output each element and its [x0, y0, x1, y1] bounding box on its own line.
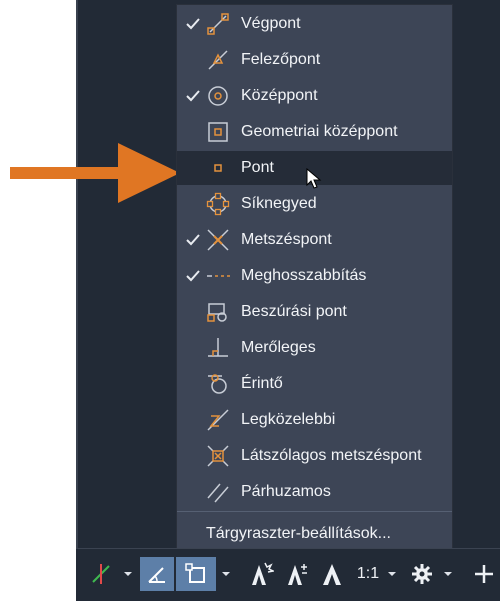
perpendicular-icon	[206, 336, 230, 360]
menu-item-label: Párhuzamos	[241, 483, 331, 500]
menu-item-perpendicular[interactable]: Merőleges	[177, 331, 452, 365]
annotation-scale-value[interactable]: 1:1	[352, 557, 384, 591]
object-snap-settings-item[interactable]: Tárgyraszter-beállítások...	[177, 517, 452, 551]
nearest-icon	[206, 408, 230, 432]
menu-item-label: Érintő	[241, 375, 283, 392]
chevron-down-icon[interactable]	[218, 557, 234, 591]
menu-item-extension[interactable]: Meghosszabbítás	[177, 259, 452, 293]
menu-item-label: Meghosszabbítás	[241, 267, 367, 284]
extension-icon	[206, 264, 230, 288]
apparent-intersection-icon	[206, 444, 230, 468]
parallel-icon	[206, 480, 230, 504]
check-icon	[184, 223, 202, 257]
tangent-icon	[206, 372, 230, 396]
quadrant-icon	[206, 192, 230, 216]
menu-item-insertion[interactable]: Beszúrási pont	[177, 295, 452, 329]
menu-item-quadrant[interactable]: Síknegyed	[177, 187, 452, 221]
menu-item-label: Pont	[241, 159, 274, 176]
node-icon	[206, 156, 230, 180]
center-icon	[206, 84, 230, 108]
scale-label: 1:1	[356, 565, 380, 582]
mouse-cursor-icon	[306, 168, 322, 189]
menu-item-parallel[interactable]: Párhuzamos	[177, 475, 452, 509]
orange-arrow-annotation	[10, 143, 180, 203]
chevron-down-icon[interactable]	[384, 557, 400, 591]
object-snap-icon[interactable]	[176, 557, 216, 591]
menu-item-label: Felezőpont	[241, 51, 321, 68]
menu-item-apparent-intersection[interactable]: Látszólagos metszéspont	[177, 439, 452, 473]
add-icon[interactable]	[470, 557, 498, 591]
intersection-icon	[206, 228, 230, 252]
chevron-down-icon[interactable]	[120, 557, 136, 591]
menu-item-geometric-center[interactable]: Geometriai középpont	[177, 115, 452, 149]
menu-item-label: Síknegyed	[241, 195, 317, 212]
annotation-visibility-icon[interactable]	[246, 557, 276, 591]
menu-item-label: Legközelebbi	[241, 411, 336, 428]
menu-separator	[177, 511, 452, 512]
object-snap-menu: Végpont Felezőpont Középpont Geometriai …	[176, 4, 453, 550]
annotation-scale-icon[interactable]	[318, 557, 346, 591]
insertion-icon	[206, 300, 230, 324]
menu-item-endpoint[interactable]: Végpont	[177, 7, 452, 41]
menu-item-label: Tárgyraszter-beállítások...	[206, 525, 391, 542]
menu-item-label: Geometriai középpont	[241, 123, 398, 140]
menu-item-label: Látszólagos metszéspont	[241, 447, 422, 464]
autoscale-icon[interactable]	[282, 557, 312, 591]
menu-item-nearest[interactable]: Legközelebbi	[177, 403, 452, 437]
status-bar: 1:1	[76, 548, 500, 601]
chevron-down-icon[interactable]	[440, 557, 456, 591]
menu-item-label: Középpont	[241, 87, 318, 104]
menu-item-tangent[interactable]: Érintő	[177, 367, 452, 401]
menu-item-center[interactable]: Középpont	[177, 79, 452, 113]
polar-tracking-icon[interactable]	[84, 557, 118, 591]
check-icon	[184, 259, 202, 293]
midpoint-icon	[206, 48, 230, 72]
menu-item-label: Végpont	[241, 15, 301, 32]
endpoint-icon	[206, 12, 230, 36]
check-icon	[184, 79, 202, 113]
geometric-center-icon	[206, 120, 230, 144]
menu-item-midpoint[interactable]: Felezőpont	[177, 43, 452, 77]
menu-item-intersection[interactable]: Metszéspont	[177, 223, 452, 257]
isometric-icon[interactable]	[140, 557, 174, 591]
settings-gear-icon[interactable]	[408, 557, 436, 591]
check-icon	[184, 7, 202, 41]
menu-item-label: Metszéspont	[241, 231, 332, 248]
menu-item-label: Beszúrási pont	[241, 303, 347, 320]
menu-item-label: Merőleges	[241, 339, 316, 356]
